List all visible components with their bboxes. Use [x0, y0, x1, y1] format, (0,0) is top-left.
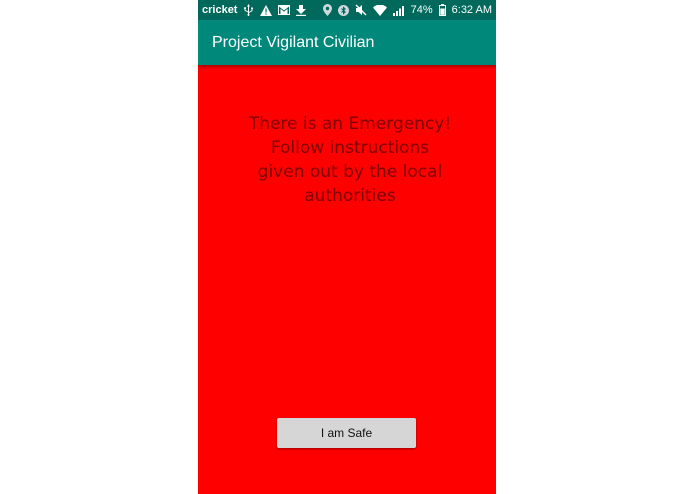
status-bar: cricket 74% 6:32 AM [198, 0, 496, 20]
emergency-message: There is an Emergency! Follow instructio… [218, 112, 482, 208]
message-line: There is an Emergency! [248, 114, 452, 134]
message-line: authorities [304, 186, 396, 206]
phone-screen: cricket 74% 6:32 AM Project Vigilant Civ… [198, 0, 496, 494]
warning-icon [260, 4, 273, 16]
mute-icon [355, 4, 367, 16]
download-icon [296, 4, 307, 16]
app-bar: Project Vigilant Civilian [198, 20, 496, 65]
battery-icon [438, 4, 446, 16]
i-am-safe-button[interactable]: I am Safe [277, 418, 416, 448]
app-title: Project Vigilant Civilian [212, 33, 375, 51]
message-line: Follow instructions [270, 138, 430, 158]
gmail-icon [278, 5, 291, 15]
location-icon [322, 4, 332, 16]
bluetooth-icon [337, 4, 349, 16]
wifi-icon [372, 4, 387, 16]
status-bar-right: 74% 6:32 AM [322, 4, 492, 16]
clock: 6:32 AM [451, 4, 492, 16]
status-bar-left: cricket [202, 4, 307, 16]
carrier-label: cricket [202, 4, 238, 16]
battery-percent: 74% [410, 4, 433, 16]
signal-icon [392, 5, 405, 16]
message-line: given out by the local [257, 162, 443, 182]
usb-icon [243, 4, 254, 16]
